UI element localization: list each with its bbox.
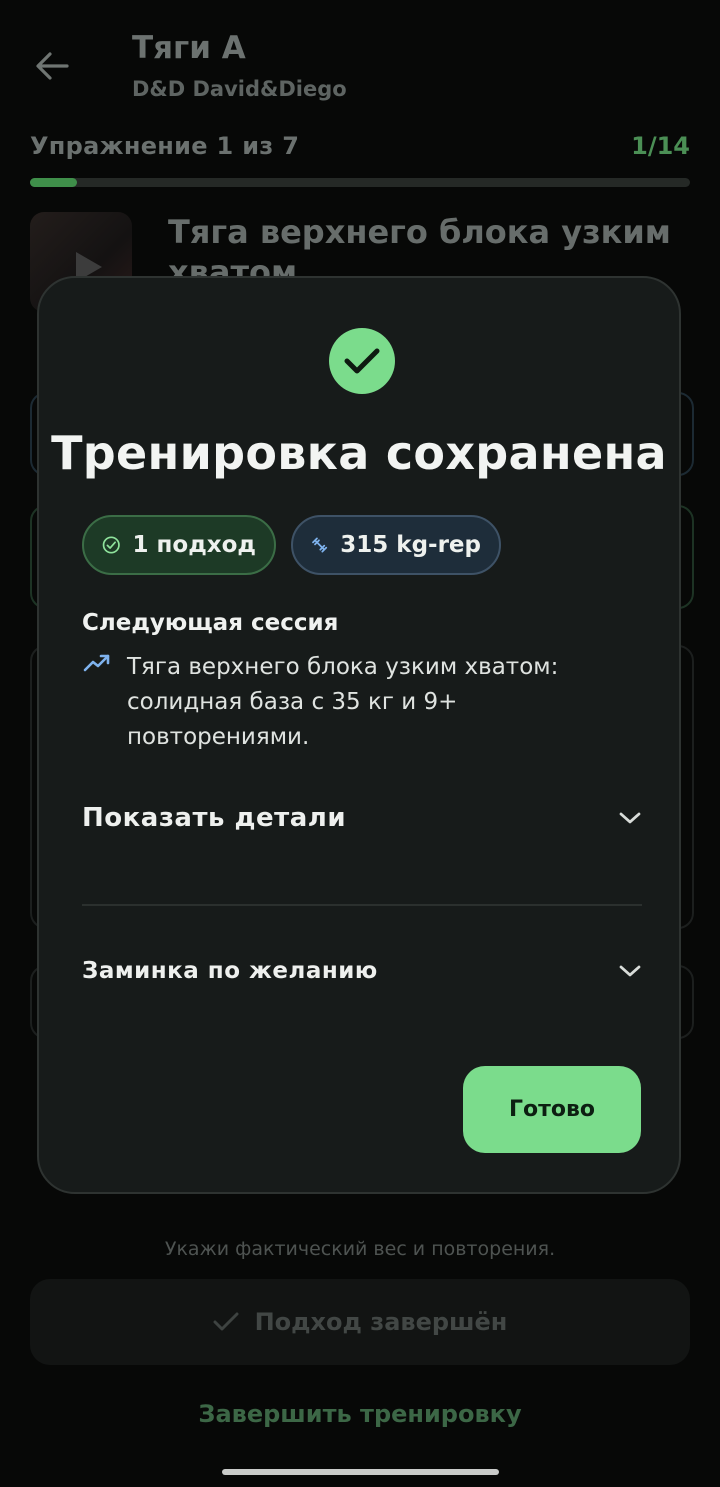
workout-progress-bar (30, 178, 690, 187)
check-circle-icon (102, 536, 120, 554)
finish-workout-link[interactable]: Завершить тренировку (0, 1400, 720, 1428)
set-done-button[interactable]: Подход завершён (30, 1279, 690, 1365)
home-indicator (222, 1469, 499, 1475)
done-button-label: Готово (508, 1097, 596, 1122)
exercise-counter: Упражнение 1 из 7 (30, 132, 300, 160)
workout-saved-dialog: Тренировка сохранена 1 подход 315 kg-rep… (37, 276, 681, 1194)
workout-subtitle: D&D David&Diego (132, 77, 347, 101)
next-session-heading: Следующая сессия (82, 610, 339, 636)
chevron-down-icon (619, 965, 641, 977)
sets-chip-label: 1 подход (132, 532, 257, 558)
dialog-title: Тренировка сохранена (51, 426, 667, 480)
cooldown-label: Заминка по желанию (82, 958, 378, 984)
volume-chip-label: 315 kg-rep (340, 532, 481, 558)
workout-progress-fill (30, 178, 78, 187)
set-counter: 1/14 (631, 132, 690, 160)
success-check-icon (329, 328, 395, 394)
trending-up-icon (83, 654, 110, 672)
show-details-label: Показать детали (82, 803, 347, 833)
show-details-accordion[interactable]: Показать детали (82, 793, 642, 843)
sets-chip: 1 подход (82, 515, 276, 575)
cooldown-accordion[interactable]: Заминка по желанию (82, 946, 642, 996)
arrow-left-icon (36, 52, 69, 80)
set-done-label: Подход завершён (254, 1308, 508, 1336)
back-button[interactable] (30, 44, 74, 88)
input-hint: Укажи фактический вес и повторения. (164, 1238, 556, 1260)
volume-chip: 315 kg-rep (291, 515, 501, 575)
dumbbell-icon (312, 537, 328, 553)
check-icon (213, 1312, 239, 1331)
done-button[interactable]: Готово (463, 1066, 641, 1153)
next-session-text: Тяга верхнего блока узким хватом: солидн… (127, 654, 559, 750)
chevron-down-icon (619, 812, 641, 824)
workout-title: Тяги А (132, 30, 246, 66)
divider (82, 904, 642, 906)
